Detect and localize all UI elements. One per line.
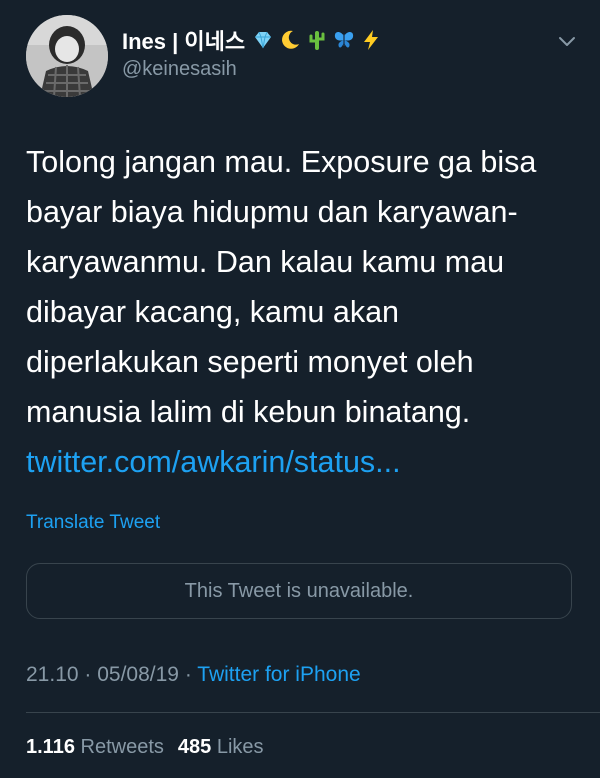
- username-handle[interactable]: @keinesasih: [122, 58, 237, 81]
- butterfly-icon: [335, 31, 354, 48]
- meta-separator: ·: [78, 663, 98, 686]
- divider: [26, 712, 600, 713]
- likes-count: 485: [177, 736, 212, 758]
- quoted-tweet-card: This Tweet is unavailable.: [26, 563, 572, 619]
- tweet-meta: 21.10 · 05/08/19 · Twitter for iPhone: [26, 663, 361, 687]
- likes-stat[interactable]: 485 Likes: [178, 736, 264, 758]
- tweet-text: Tolong jangan mau. Exposure ga bisa baya…: [26, 137, 586, 487]
- unavailable-message: This Tweet is unavailable.: [184, 579, 414, 602]
- translate-tweet-link[interactable]: Translate Tweet: [26, 512, 160, 534]
- tweet-link[interactable]: twitter.com/awkarin/status...: [26, 437, 586, 487]
- author-name-row[interactable]: Ines | 이네스: [122, 24, 383, 56]
- crescent-moon-icon: [282, 30, 300, 49]
- retweets-count: 1.116: [26, 736, 75, 758]
- avatar-photo: [26, 15, 108, 97]
- tweet-text-line: karyawanmu. Dan kalau kamu mau: [26, 245, 505, 279]
- gem-icon: [255, 31, 272, 49]
- emoji-group: [251, 28, 383, 52]
- cactus-icon: [309, 31, 325, 50]
- tweet-text-line: dibayar kacang, kamu akan: [26, 295, 399, 329]
- tweet-source-link[interactable]: Twitter for iPhone: [197, 663, 360, 686]
- retweets-label: Retweets: [80, 736, 164, 758]
- tweet-text-line: manusia lalim di kebun binatang.: [26, 395, 471, 429]
- chevron-down-icon[interactable]: [556, 30, 578, 52]
- meta-separator: ·: [178, 663, 198, 686]
- retweets-stat[interactable]: 1.116 Retweets: [26, 736, 164, 758]
- tweet-time: 21.10: [26, 663, 79, 686]
- avatar[interactable]: [26, 15, 108, 97]
- display-name[interactable]: Ines | 이네스: [122, 24, 245, 56]
- tweet-date: 05/08/19: [97, 663, 179, 686]
- lightning-icon: [364, 30, 379, 50]
- tweet-text-line: Tolong jangan mau. Exposure ga bisa: [26, 145, 537, 179]
- tweet-text-line: bayar biaya hidupmu dan karyawan-: [26, 195, 518, 229]
- tweet-text-line: diperlakukan seperti monyet oleh: [26, 345, 474, 379]
- engagement-stats: 1.116 Retweets 485 Likes: [26, 736, 264, 759]
- likes-label: Likes: [216, 736, 264, 758]
